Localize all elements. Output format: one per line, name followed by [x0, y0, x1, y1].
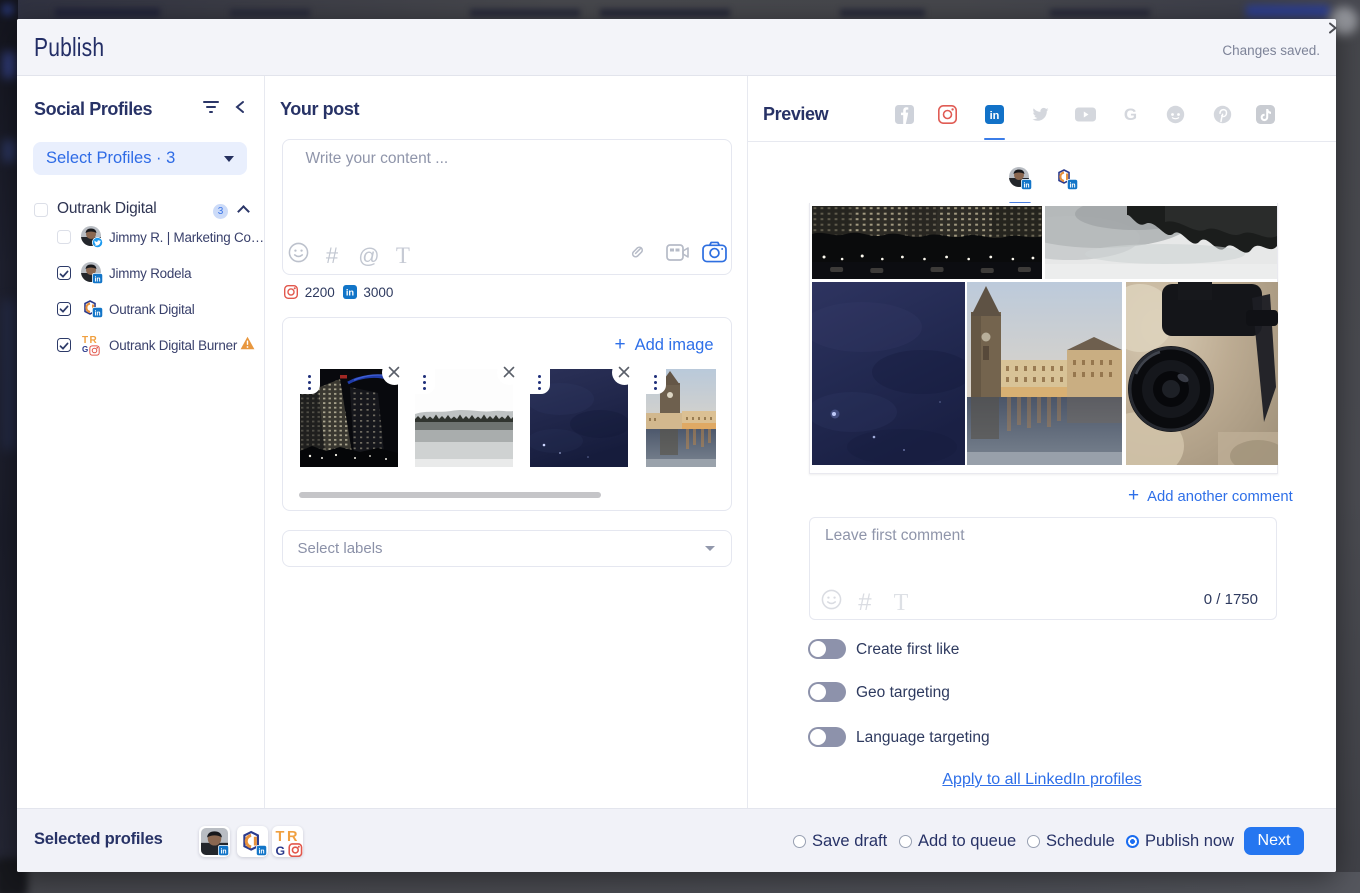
svg-text:G: G [82, 345, 88, 354]
svg-text:in: in [258, 848, 264, 855]
svg-text:T: T [275, 829, 284, 845]
svg-text:in: in [1023, 182, 1029, 189]
svg-text:in: in [220, 848, 226, 855]
svg-text:G: G [1123, 105, 1136, 124]
svg-text:in: in [989, 110, 999, 122]
svg-text:G: G [275, 844, 285, 857]
svg-text:in: in [94, 310, 100, 317]
svg-text:in: in [345, 288, 354, 298]
svg-text:in: in [94, 276, 100, 283]
svg-text:in: in [1069, 182, 1075, 189]
svg-text:R: R [287, 829, 298, 845]
